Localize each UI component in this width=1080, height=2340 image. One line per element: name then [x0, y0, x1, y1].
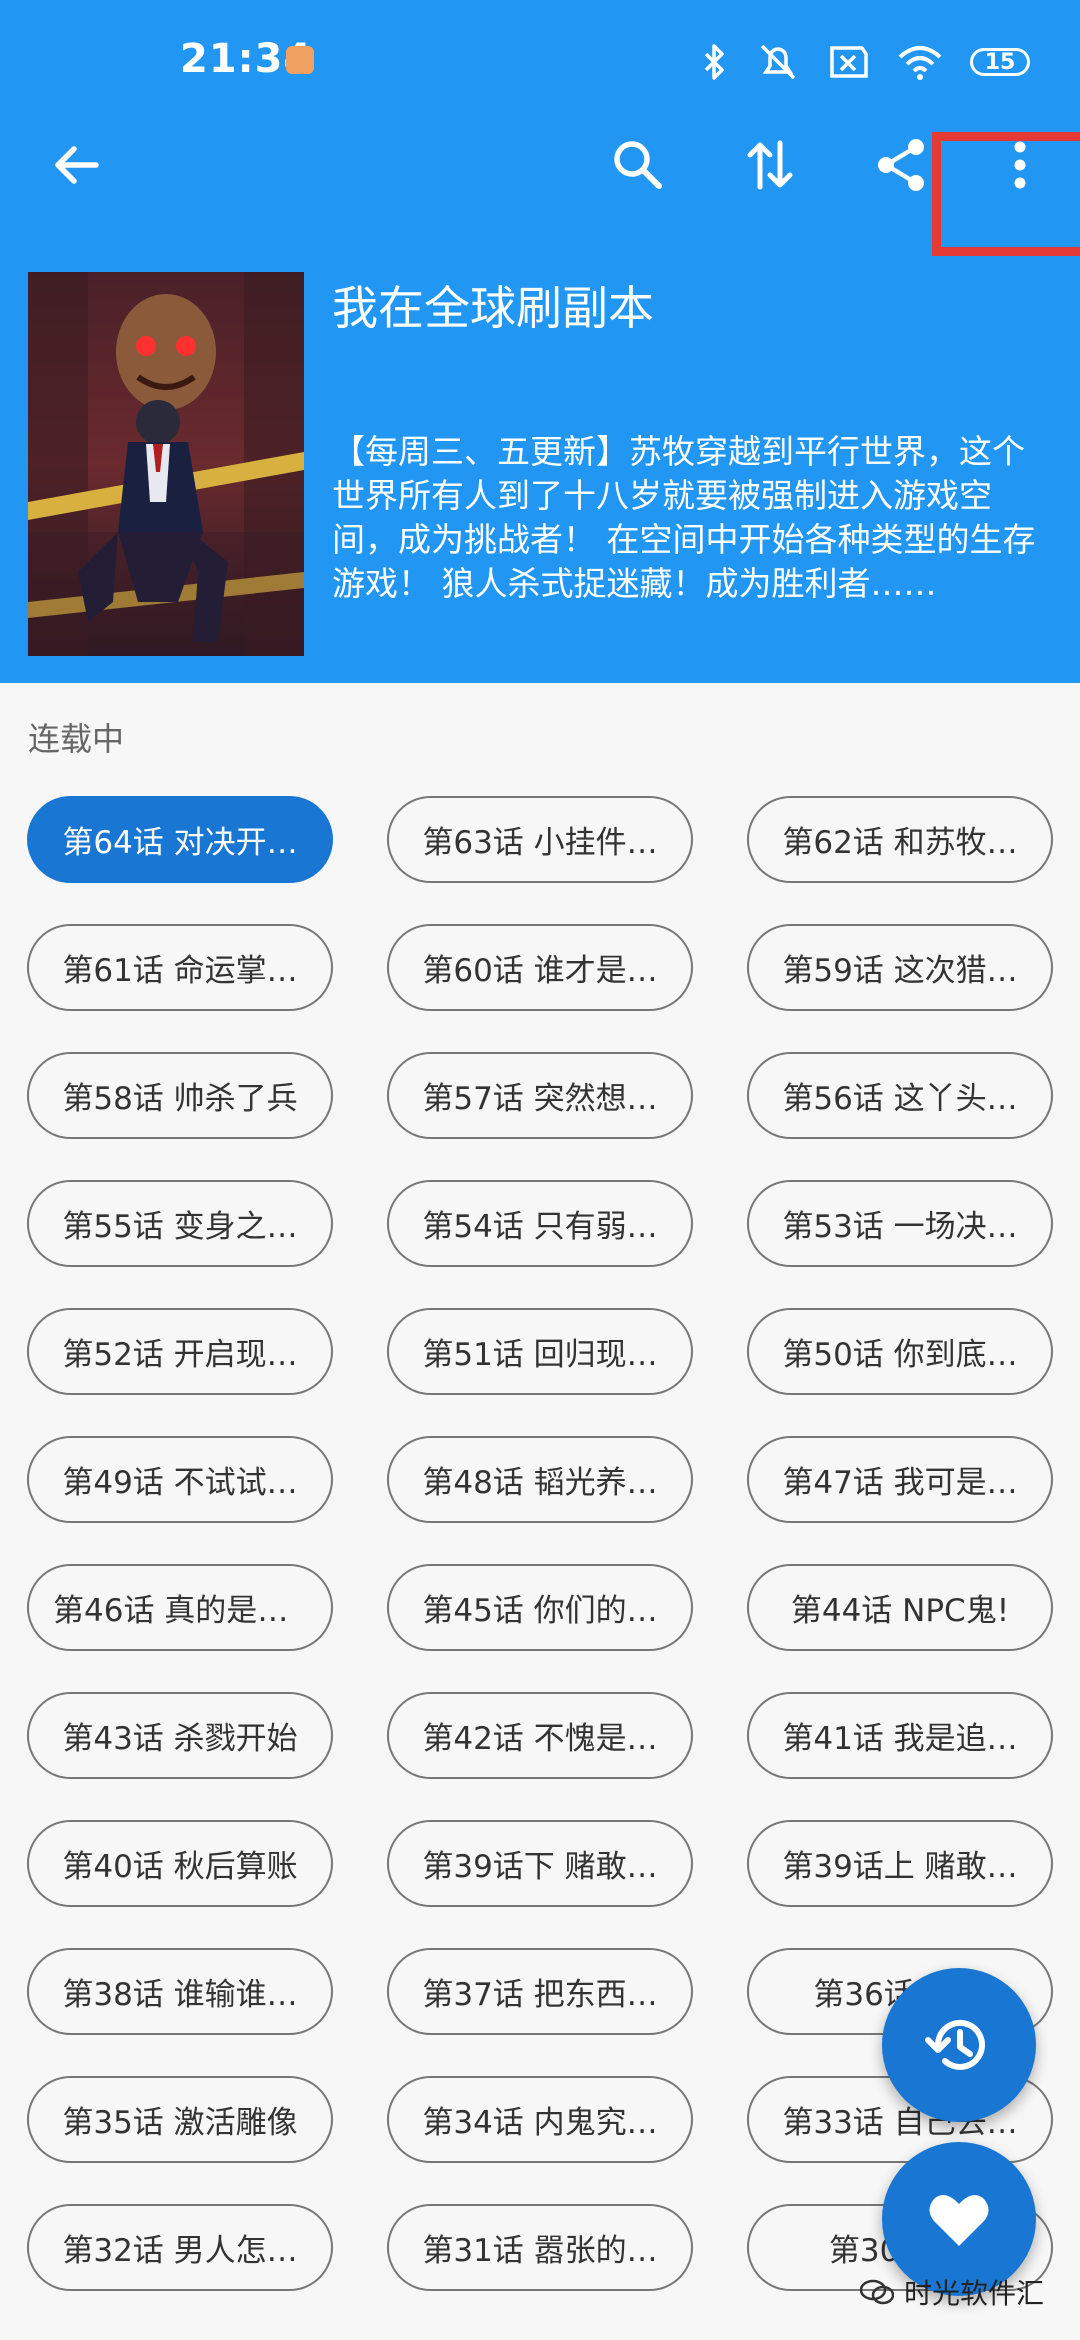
chapter-chip[interactable]: 第32话 男人怎…	[27, 2204, 333, 2291]
chapter-chip-label: 第62话 和苏牧…	[782, 825, 1018, 861]
search-icon	[614, 141, 662, 189]
sort-icon	[747, 140, 793, 190]
no-sim-icon	[830, 46, 868, 78]
book-title: 我在全球刷副本	[332, 281, 654, 335]
reading-history-button[interactable]	[882, 1968, 1036, 2122]
chapter-chip[interactable]: 第60话 谁才是…	[387, 924, 693, 1011]
chapter-chip-label: 第61话 命运掌…	[62, 953, 298, 989]
chapter-chip[interactable]: 第43话 杀戮开始	[27, 1692, 333, 1779]
chapter-chip[interactable]: 第31话 嚣张的…	[387, 2204, 693, 2291]
chapter-chip[interactable]: 第51话 回归现…	[387, 1308, 693, 1395]
chapter-chip[interactable]: 第40话 秋后算账	[27, 1820, 333, 1907]
chapter-chip-label: 第57话 突然想…	[422, 1081, 658, 1117]
search-button[interactable]	[598, 125, 678, 205]
chapter-chip-label: 第31话 嚣张的…	[422, 2233, 658, 2269]
chapter-chip[interactable]: 第64话 对决开…	[27, 796, 333, 883]
chapter-chip-label: 第50话 你到底…	[782, 1337, 1018, 1373]
chapter-chip[interactable]: 第34话 内鬼究…	[387, 2076, 693, 2163]
chapter-chip[interactable]: 第35话 激活雕像	[27, 2076, 333, 2163]
chapter-chip[interactable]: 第37话 把东西…	[387, 1948, 693, 2035]
chapter-chip-label: 第52话 开启现…	[62, 1337, 298, 1373]
notification-icon	[286, 46, 314, 74]
chapter-chip[interactable]: 第61话 命运掌…	[27, 924, 333, 1011]
chapter-chip[interactable]: 第39话上 赌敢…	[747, 1820, 1053, 1907]
chapter-chip-label: 第60话 谁才是…	[422, 953, 658, 989]
book-description: 【每周三、五更新】苏牧穿越到平行世界，这个世界所有人到了十八岁就要被强制进入游戏…	[332, 432, 1036, 603]
back-button[interactable]	[36, 125, 116, 205]
chapter-chip[interactable]: 第47话 我可是…	[747, 1436, 1053, 1523]
chapter-chip-label: 第51话 回归现…	[422, 1337, 658, 1373]
chapter-chip-label: 第48话 韬光养…	[422, 1465, 658, 1501]
chapter-chip-label: 第39话上 赌敢…	[782, 1849, 1018, 1885]
chapter-chip[interactable]: 第49话 不试试…	[27, 1436, 333, 1523]
watermark: 时光软件汇	[859, 2272, 1044, 2312]
chapter-chip-label: 第44话 NPC鬼!	[790, 1593, 1010, 1629]
back-arrow-icon	[55, 146, 99, 184]
chapter-chip-label: 第46话 真的是N…	[53, 1593, 307, 1629]
highlight-annotation-box	[932, 132, 1080, 256]
chapter-chip-label: 第35话 激活雕像	[62, 2105, 298, 2141]
chapter-chip[interactable]: 第54话 只有弱…	[387, 1180, 693, 1267]
book-header: 21:34 15 我在全球刷副本 【每周三、五更新】苏牧穿越到平行世界，这个世界…	[0, 0, 1080, 683]
chapter-chip-label: 第56话 这丫头…	[782, 1081, 1018, 1117]
chapter-chip-label: 第64话 对决开…	[62, 825, 298, 861]
bluetooth-icon	[704, 44, 724, 80]
chapter-chip[interactable]: 第44话 NPC鬼!	[747, 1564, 1053, 1651]
chapter-chip-label: 第42话 不愧是…	[422, 1721, 658, 1757]
chapter-chip-label: 第41话 我是追…	[782, 1721, 1018, 1757]
book-cover[interactable]	[28, 272, 304, 656]
chapter-chip-label: 第49话 不试试…	[62, 1465, 298, 1501]
chapter-chip[interactable]: 第63话 小挂件…	[387, 796, 693, 883]
status-icons: 15	[700, 38, 1030, 86]
chapter-chip-label: 第47话 我可是…	[782, 1465, 1018, 1501]
status-bar: 21:34 15	[0, 0, 1080, 120]
chapter-chip[interactable]: 第55话 变身之…	[27, 1180, 333, 1267]
chapter-chip-label: 第43话 杀戮开始	[62, 1721, 298, 1757]
chapter-chip[interactable]: 第52话 开启现…	[27, 1308, 333, 1395]
chapter-chip-label: 第34话 内鬼究…	[422, 2105, 658, 2141]
chapter-chip-label: 第55话 变身之…	[62, 1209, 298, 1245]
mute-icon	[760, 44, 796, 80]
chapter-chip-label: 第37话 把东西…	[422, 1977, 658, 2013]
share-button[interactable]	[862, 125, 942, 205]
chapter-chip[interactable]: 第57话 突然想…	[387, 1052, 693, 1139]
cover-image	[28, 272, 304, 656]
chapter-chip[interactable]: 第41话 我是追…	[747, 1692, 1053, 1779]
chapter-chip-label: 第32话 男人怎…	[62, 2233, 298, 2269]
chapter-chip-label: 第53话 一场决…	[782, 1209, 1018, 1245]
chapter-chip[interactable]: 第58话 帅杀了兵	[27, 1052, 333, 1139]
chapter-chip[interactable]: 第38话 谁输谁…	[27, 1948, 333, 2035]
serial-status-label: 连载中	[28, 720, 125, 758]
chapter-chip[interactable]: 第39话下 赌敢…	[387, 1820, 693, 1907]
chapter-chip[interactable]: 第56话 这丫头…	[747, 1052, 1053, 1139]
chapter-chip-label: 第63话 小挂件…	[422, 825, 658, 861]
chapter-chip-label: 第54话 只有弱…	[422, 1209, 658, 1245]
chapter-chip-label: 第45话 你们的…	[422, 1593, 658, 1629]
sort-button[interactable]	[730, 125, 810, 205]
chapter-chip-label: 第40话 秋后算账	[62, 1849, 298, 1885]
wifi-icon	[898, 46, 942, 80]
chapter-chip[interactable]: 第50话 你到底…	[747, 1308, 1053, 1395]
chapter-chip-label: 第58话 帅杀了兵	[62, 1081, 298, 1117]
history-icon	[925, 2019, 985, 2070]
chapter-chip-label: 第39话下 赌敢…	[422, 1849, 658, 1885]
chapter-chip[interactable]: 第53话 一场决…	[747, 1180, 1053, 1267]
heart-icon	[929, 2195, 989, 2246]
chapter-chip-label: 第38话 谁输谁…	[62, 1977, 298, 2013]
chapter-chip[interactable]: 第48话 韬光养…	[387, 1436, 693, 1523]
chapter-chip[interactable]: 第45话 你们的…	[387, 1564, 693, 1651]
share-icon	[878, 139, 924, 191]
chapter-chip[interactable]: 第62话 和苏牧…	[747, 796, 1053, 883]
chapter-chip[interactable]: 第46话 真的是N…	[27, 1564, 333, 1651]
watermark-text: 时光软件汇	[903, 2277, 1044, 2310]
chapter-chip[interactable]: 第42话 不愧是…	[387, 1692, 693, 1779]
battery-indicator: 15	[970, 48, 1030, 76]
chapter-chip-label: 第59话 这次猎…	[782, 953, 1018, 989]
chapter-chip[interactable]: 第59话 这次猎…	[747, 924, 1053, 1011]
wechat-icon	[859, 2279, 894, 2305]
